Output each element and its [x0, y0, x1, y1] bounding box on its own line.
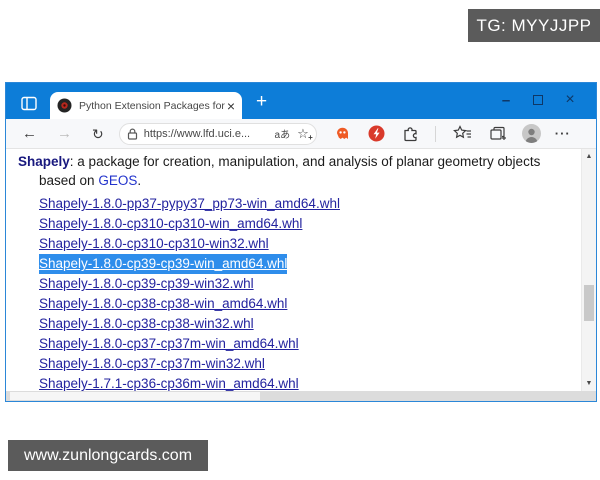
ghostery-extension-icon[interactable] [334, 125, 351, 142]
profile-avatar[interactable] [522, 124, 541, 143]
intro-period: . [137, 173, 141, 188]
maximize-icon [533, 95, 543, 105]
collections-icon[interactable] [489, 125, 507, 142]
geos-link[interactable]: GEOS [98, 173, 137, 188]
add-favorite-icon[interactable]: ☆ + [297, 127, 309, 140]
wheel-link[interactable]: Shapely-1.8.0-cp37-cp37m-win_amd64.whl [39, 334, 299, 354]
wheel-link[interactable]: Shapely-1.8.0-cp38-cp38-win_amd64.whl [39, 294, 287, 314]
vertical-tabs-icon[interactable] [21, 96, 37, 111]
wheel-link[interactable]: Shapely-1.7.1-cp36-cp36m-win_amd64.whl [39, 374, 299, 391]
toolbar-divider [435, 126, 436, 142]
new-tab-button[interactable]: + [256, 92, 267, 111]
adblock-extension-icon[interactable] [368, 125, 385, 142]
watermark-label: www.zunlongcards.com [8, 440, 208, 471]
intro-paragraph: Shapely: a package for creation, manipul… [18, 152, 576, 190]
scroll-up-icon[interactable]: ▲ [582, 153, 596, 160]
tab-strip: Python Extension Packages for W × + – × [6, 83, 596, 119]
browser-toolbar: ← → ↻ https://www.lfd.uci.e... aあ ☆ + [6, 119, 596, 149]
vertical-scrollbar[interactable]: ▲ ▼ [581, 149, 596, 391]
favorites-icon[interactable] [453, 125, 472, 142]
wheel-link-list: Shapely-1.8.0-pp37-pypy37_pp73-win_amd64… [18, 194, 576, 391]
wheel-link[interactable]: Shapely-1.8.0-cp37-cp37m-win32.whl [39, 354, 265, 374]
horizontal-scrollbar-thumb[interactable] [10, 392, 260, 400]
translate-icon[interactable]: aあ [275, 126, 291, 141]
close-window-button[interactable]: × [554, 91, 586, 109]
address-bar[interactable]: https://www.lfd.uci.e... aあ ☆ + [119, 123, 317, 145]
wheel-link[interactable]: Shapely-1.8.0-cp39-cp39-win32.whl [39, 274, 254, 294]
minimize-button[interactable]: – [490, 91, 522, 109]
tab-close-icon[interactable]: × [227, 98, 235, 114]
wheel-link[interactable]: Shapely-1.8.0-cp310-cp310-win_amd64.whl [39, 214, 302, 234]
tg-label: TG: MYYJJPP [468, 9, 600, 42]
window-controls: – × [490, 91, 586, 109]
wheel-link[interactable]: Shapely-1.8.0-pp37-pypy37_pp73-win_amd64… [39, 194, 340, 214]
site-favicon-icon [57, 98, 72, 113]
watermark-text: www.zunlongcards.com [24, 447, 192, 465]
page-content: Shapely: a package for creation, manipul… [6, 149, 596, 391]
maximize-button[interactable] [522, 91, 554, 109]
back-button[interactable]: ← [22, 126, 37, 141]
scroll-down-icon[interactable]: ▼ [582, 380, 596, 387]
vertical-scrollbar-thumb[interactable] [584, 285, 594, 321]
settings-menu-icon[interactable]: ··· [555, 126, 571, 141]
wheel-link-selected[interactable]: Shapely-1.8.0-cp39-cp39-win_amd64.whl [39, 254, 287, 274]
tab-title: Python Extension Packages for W [79, 100, 225, 112]
browser-window: Python Extension Packages for W × + – × … [5, 82, 597, 402]
wheel-link[interactable]: Shapely-1.8.0-cp310-cp310-win32.whl [39, 234, 269, 254]
forward-button[interactable]: → [57, 126, 72, 141]
favorite-plus-glyph: + [308, 134, 313, 142]
intro-term: Shapely [18, 154, 70, 169]
lock-icon [127, 128, 138, 140]
refresh-button[interactable]: ↻ [92, 127, 104, 141]
screenshot-canvas: TG: MYYJJPP Python Extension Packa [0, 0, 600, 480]
url-text[interactable]: https://www.lfd.uci.e... [144, 128, 271, 140]
horizontal-scrollbar[interactable] [6, 391, 596, 401]
favorite-star-glyph: ☆ [297, 126, 309, 141]
wheel-link[interactable]: Shapely-1.8.0-cp38-cp38-win32.whl [39, 314, 254, 334]
browser-tab[interactable]: Python Extension Packages for W × [50, 92, 242, 119]
extensions-icon[interactable] [402, 125, 420, 143]
tg-label-text: TG: MYYJJPP [476, 16, 591, 36]
